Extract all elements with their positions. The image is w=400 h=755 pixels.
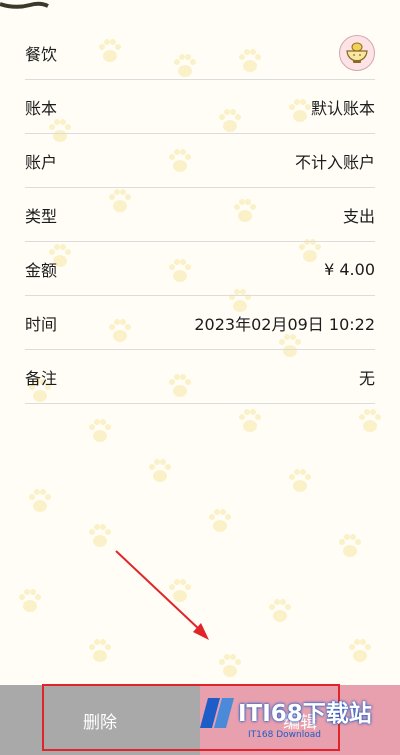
watermark-text: ITI68下载站 <box>238 701 372 727</box>
row-amount[interactable]: 金额 ¥ 4.00 <box>25 242 375 296</box>
account-value: 不计入账户 <box>294 153 375 172</box>
ledger-value: 默认账本 <box>310 99 375 118</box>
note-value: 无 <box>358 369 375 388</box>
category-label: 餐饮 <box>25 45 58 64</box>
divider <box>25 403 375 404</box>
time-label: 时间 <box>25 315 58 334</box>
rice-bowl-icon <box>339 35 375 71</box>
type-value: 支出 <box>342 207 375 226</box>
watermark: ITI68下载站 IT168 Download <box>200 690 390 748</box>
type-label: 类型 <box>25 207 58 226</box>
note-label: 备注 <box>25 369 58 388</box>
row-note[interactable]: 备注 无 <box>25 350 375 404</box>
amount-value: ¥ 4.00 <box>324 259 375 279</box>
row-time[interactable]: 时间 2023年02月09日 10:22 <box>25 296 375 350</box>
time-value: 2023年02月09日 10:22 <box>194 315 375 334</box>
row-account[interactable]: 账户 不计入账户 <box>25 134 375 188</box>
row-type[interactable]: 类型 支出 <box>25 188 375 242</box>
amount-label: 金额 <box>25 261 58 280</box>
watermark-logo-icon <box>200 698 234 728</box>
watermark-subtext: IT168 Download <box>248 730 321 740</box>
ledger-label: 账本 <box>25 99 58 118</box>
row-category[interactable]: 餐饮 <box>25 26 375 80</box>
account-label: 账户 <box>25 153 58 172</box>
top-ornament-icon <box>0 1 49 9</box>
row-ledger[interactable]: 账本 默认账本 <box>25 80 375 134</box>
